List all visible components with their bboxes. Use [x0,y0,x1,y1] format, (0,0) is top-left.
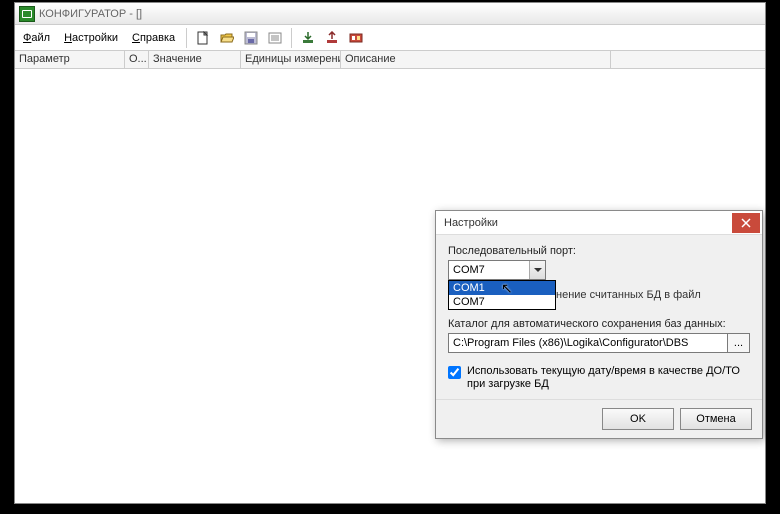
column-headers: Параметр О... Значение Единицы измерения… [15,51,765,69]
toolbar-separator [291,28,292,48]
serial-port-value: COM7 [453,264,485,276]
settings-dialog: Настройки Последовательный порт: COM7 CO… [435,210,763,439]
menu-settings[interactable]: Настройки [58,29,124,47]
serial-port-combo[interactable]: COM7 [448,260,546,280]
menu-help[interactable]: Справка [126,29,181,47]
dialog-body: Последовательный порт: COM7 COM1 ↖ COM7 … [436,235,762,399]
dialog-buttons: OK Отмена [436,399,762,438]
properties-icon[interactable] [264,27,286,49]
cursor-icon: ↖ [501,280,513,297]
menubar: Файл Настройки Справка [15,25,765,51]
serial-port-label: Последовательный порт: [448,245,750,257]
serial-port-combo-wrap: COM7 COM1 ↖ COM7 [448,260,546,280]
browse-button[interactable]: ... [728,333,750,353]
catalog-input-group: ... [448,333,750,353]
col-description[interactable]: Описание [341,51,611,68]
serial-port-dropdown: COM1 ↖ COM7 [448,280,556,310]
auto-save-partial-label: нение считанных БД в файл [556,289,701,301]
download-icon[interactable] [297,27,319,49]
open-icon[interactable] [216,27,238,49]
use-date-label: Использовать текущую дату/время в качест… [467,365,750,391]
catalog-input[interactable] [448,333,728,353]
titlebar: КОНФИГУРАТОР - [] [15,3,765,25]
close-icon[interactable] [732,213,760,233]
menu-file[interactable]: Файл [17,29,56,47]
cancel-button[interactable]: Отмена [680,408,752,430]
serial-port-option-com1[interactable]: COM1 ↖ [449,281,555,295]
device-icon[interactable] [345,27,367,49]
app-icon [19,6,35,22]
new-icon[interactable] [192,27,214,49]
col-o[interactable]: О... [125,51,149,68]
use-date-checkbox[interactable] [448,366,461,379]
col-units[interactable]: Единицы измерения [241,51,341,68]
col-parameter[interactable]: Параметр [15,51,125,68]
save-icon[interactable] [240,27,262,49]
ok-button[interactable]: OK [602,408,674,430]
window-title: КОНФИГУРАТОР - [] [39,8,142,20]
catalog-label: Каталог для автоматического сохранения б… [448,318,750,330]
serial-port-option-com7[interactable]: COM7 [449,295,555,309]
chevron-down-icon [529,261,545,279]
upload-icon[interactable] [321,27,343,49]
catalog-row: Каталог для автоматического сохранения б… [448,318,750,353]
use-date-row: Использовать текущую дату/время в качест… [448,365,750,391]
dialog-titlebar: Настройки [436,211,762,235]
toolbar-separator [186,28,187,48]
col-value[interactable]: Значение [149,51,241,68]
dialog-title: Настройки [436,217,498,229]
